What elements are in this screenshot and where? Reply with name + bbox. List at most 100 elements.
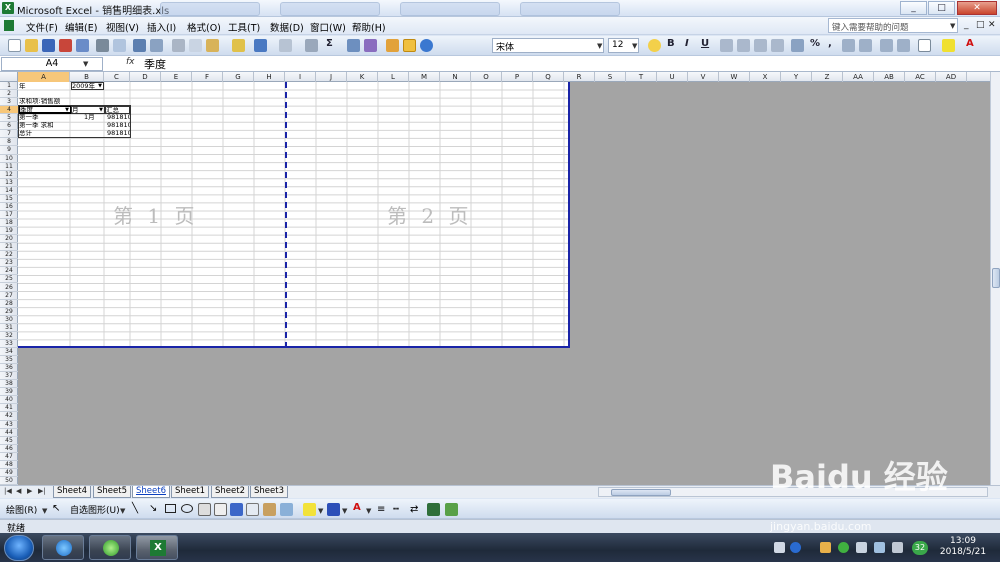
underline-button[interactable]: U — [701, 38, 709, 49]
row-header-34[interactable]: 34 — [0, 348, 18, 357]
column-header-n[interactable]: N — [440, 72, 471, 82]
taskbar-360[interactable] — [89, 535, 131, 560]
column-header-i[interactable]: I — [285, 72, 316, 82]
autoshapes-button[interactable]: 自选图形(U) — [70, 503, 120, 516]
column-header-j[interactable]: J — [316, 72, 347, 82]
column-header-h[interactable]: H — [254, 72, 285, 82]
horizontal-scroll-thumb[interactable] — [611, 489, 671, 496]
align-left-icon[interactable] — [720, 39, 733, 52]
align-center-icon[interactable] — [737, 39, 750, 52]
row-header-21[interactable]: 21 — [0, 243, 18, 252]
font-color-draw-icon[interactable]: A — [353, 502, 361, 513]
insert-picture-icon[interactable] — [280, 503, 293, 516]
help-icon[interactable] — [420, 39, 433, 52]
line-style-icon[interactable]: ≡ — [377, 504, 385, 515]
size-dropdown-icon[interactable]: ▼ — [632, 42, 637, 50]
arrow-icon[interactable]: ↘ — [149, 503, 157, 514]
increase-indent-icon[interactable] — [897, 39, 910, 52]
line-color-dropdown-icon[interactable]: ▼ — [342, 507, 347, 515]
line-color-icon[interactable] — [327, 503, 340, 516]
row-header-38[interactable]: 38 — [0, 380, 18, 389]
row-header-41[interactable]: 41 — [0, 404, 18, 413]
column-header-r[interactable]: R — [564, 72, 595, 82]
font-color-dropdown-icon[interactable]: ▼ — [366, 507, 371, 515]
vertical-scroll-thumb[interactable] — [992, 268, 1000, 288]
row-header-7[interactable]: 7 — [0, 130, 18, 139]
column-header-f[interactable]: F — [192, 72, 223, 82]
row-header-31[interactable]: 31 — [0, 324, 18, 332]
menu-edit[interactable]: 编辑(E) — [65, 20, 97, 34]
formula-input[interactable]: 季度 — [144, 56, 166, 72]
select-objects-icon[interactable]: ↖ — [52, 503, 60, 514]
tray-folder-icon[interactable] — [820, 542, 831, 553]
column-header-y[interactable]: Y — [781, 72, 812, 82]
print-preview-icon[interactable] — [113, 39, 126, 52]
column-header-u[interactable]: U — [657, 72, 688, 82]
vertical-textbox-icon[interactable] — [214, 503, 227, 516]
cell-a1[interactable]: 年 — [19, 83, 71, 90]
borders-icon[interactable] — [918, 39, 931, 52]
excel-app-icon[interactable]: X — [2, 2, 14, 14]
column-header-m[interactable]: M — [409, 72, 440, 82]
help-search-input[interactable]: 键入需要帮助的问题 — [828, 18, 958, 33]
font-color-icon[interactable]: A — [966, 38, 974, 49]
sort-ascending-icon[interactable] — [347, 39, 360, 52]
column-header-q[interactable]: Q — [533, 72, 564, 82]
row-header-37[interactable]: 37 — [0, 372, 18, 381]
row-header-14[interactable]: 14 — [0, 187, 18, 195]
line-icon[interactable]: ╲ — [132, 503, 138, 514]
filter-dropdown-icon[interactable]: ▼ — [99, 107, 103, 113]
column-header-s[interactable]: S — [595, 72, 626, 82]
decrease-indent-icon[interactable] — [880, 39, 893, 52]
row-header-13[interactable]: 13 — [0, 179, 18, 187]
tray-help-icon[interactable] — [790, 542, 801, 553]
menu-data[interactable]: 数据(D) — [270, 20, 304, 34]
row-header-24[interactable]: 24 — [0, 267, 18, 276]
cell-a7[interactable]: 总计 — [19, 130, 71, 137]
column-header-k[interactable]: K — [347, 72, 378, 82]
fill-color-draw-icon[interactable] — [303, 503, 316, 516]
column-header-b[interactable]: B — [70, 72, 104, 82]
shadow-icon[interactable] — [427, 503, 440, 516]
row-header-26[interactable]: 26 — [0, 284, 18, 292]
column-header-ad[interactable]: AD — [936, 72, 967, 82]
row-header-12[interactable]: 12 — [0, 171, 18, 179]
cell-a4-active[interactable]: 季度 ▼ — [18, 105, 72, 114]
chart-wizard-icon[interactable] — [386, 39, 399, 52]
comma-button[interactable]: , — [828, 38, 832, 49]
menu-insert[interactable]: 插入(I) — [147, 20, 176, 34]
increase-decimal-icon[interactable] — [842, 39, 855, 52]
filter-dropdown-icon[interactable]: ▼ — [98, 83, 102, 89]
column-header-ab[interactable]: AB — [874, 72, 905, 82]
minimize-button[interactable]: _ — [900, 1, 927, 15]
row-header-10[interactable]: 10 — [0, 155, 18, 163]
help-dropdown-icon[interactable]: ▼ — [950, 22, 955, 30]
column-header-p[interactable]: P — [502, 72, 533, 82]
tray-keyboard-icon[interactable] — [774, 542, 785, 553]
taskbar-ie[interactable] — [42, 535, 84, 560]
new-document-icon[interactable] — [8, 39, 21, 52]
column-header-ac[interactable]: AC — [905, 72, 936, 82]
column-header-w[interactable]: W — [719, 72, 750, 82]
menu-file[interactable]: 文件(F) — [26, 20, 58, 34]
column-header-e[interactable]: E — [161, 72, 192, 82]
row-header-44[interactable]: 44 — [0, 429, 18, 437]
fill-dropdown-icon[interactable]: ▼ — [318, 507, 323, 515]
tray-plus-icon[interactable] — [838, 542, 849, 553]
next-sheet-icon[interactable]: ▶ — [27, 487, 32, 495]
column-header-c[interactable]: C — [104, 72, 130, 82]
workbook-minimize-button[interactable]: _ — [964, 20, 969, 30]
menu-help[interactable]: 帮助(H) — [352, 20, 386, 34]
decrease-decimal-icon[interactable] — [859, 39, 872, 52]
cell-b4[interactable]: 月 ▼ — [71, 106, 105, 114]
merge-center-icon[interactable] — [771, 39, 784, 52]
menu-format[interactable]: 格式(O) — [187, 20, 221, 34]
row-header-9[interactable]: 9 — [0, 146, 18, 155]
workbook-restore-button[interactable]: □ — [976, 20, 985, 30]
row-header-2[interactable]: 2 — [0, 90, 18, 99]
clipart-icon[interactable] — [263, 503, 276, 516]
tray-volume-icon[interactable] — [892, 542, 903, 553]
row-header-45[interactable]: 45 — [0, 437, 18, 445]
select-all-corner[interactable] — [0, 72, 18, 82]
workbook-icon[interactable] — [4, 20, 14, 31]
